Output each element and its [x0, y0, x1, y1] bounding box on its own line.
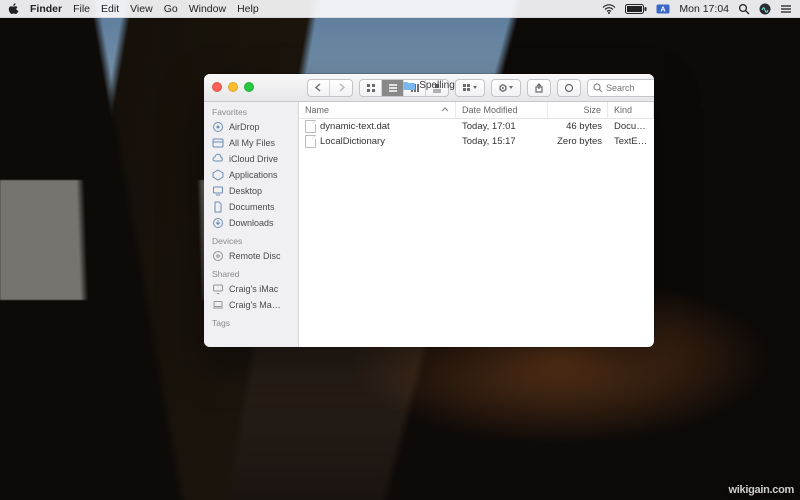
- sidebar-section-header: Devices: [204, 231, 298, 248]
- window-zoom-button[interactable]: [244, 82, 254, 92]
- file-name: dynamic-text.dat: [320, 121, 390, 132]
- sidebar-item-downloads[interactable]: Downloads: [204, 215, 298, 231]
- sidebar-item-airdrop[interactable]: AirDrop: [204, 119, 298, 135]
- sidebar-item-label: Craig's iMac: [229, 284, 278, 294]
- file-size: 46 bytes: [548, 121, 608, 132]
- file-kind: Docume…: [608, 121, 654, 132]
- sidebar-item-documents[interactable]: Documents: [204, 199, 298, 215]
- action-dropdown[interactable]: [491, 79, 521, 97]
- wifi-icon[interactable]: [602, 4, 616, 14]
- file-kind: TextEd…: [608, 136, 654, 147]
- menubar-clock[interactable]: Mon 17:04: [679, 0, 729, 18]
- view-list-button[interactable]: [382, 80, 404, 96]
- menu-help[interactable]: Help: [237, 0, 259, 18]
- sidebar-item-label: Craig's Ma…: [229, 300, 281, 310]
- sidebar-section-header: Favorites: [204, 102, 298, 119]
- sidebar-item-label: Remote Disc: [229, 251, 281, 261]
- window-close-button[interactable]: [212, 82, 222, 92]
- finder-content: Name Date Modified Size Kind dynamic-tex…: [299, 74, 654, 347]
- finder-window: Spelling Favorites AirDrop All My Files iCl…: [204, 74, 654, 347]
- arrange-dropdown[interactable]: [455, 79, 485, 97]
- sidebar-item-label: Applications: [229, 170, 278, 180]
- notification-center-icon[interactable]: [780, 4, 792, 14]
- column-headers: Name Date Modified Size Kind: [299, 102, 654, 119]
- column-name[interactable]: Name: [299, 102, 456, 118]
- share-button[interactable]: [527, 79, 551, 97]
- menu-file[interactable]: File: [73, 0, 90, 18]
- sidebar-item-label: Downloads: [229, 218, 274, 228]
- file-size: Zero bytes: [548, 136, 608, 147]
- tags-button[interactable]: [557, 79, 581, 97]
- navigate-forward-button[interactable]: [330, 80, 352, 96]
- desktop-icon: [212, 185, 224, 197]
- sidebar-item-label: All My Files: [229, 138, 275, 148]
- sidebar-item-desktop[interactable]: Desktop: [204, 183, 298, 199]
- file-date-modified: Today, 17:01: [456, 121, 548, 132]
- column-date[interactable]: Date Modified: [456, 102, 548, 118]
- sidebar-item-craig-s-imac[interactable]: Craig's iMac: [204, 281, 298, 297]
- file-row[interactable]: LocalDictionary Today, 15:17Zero bytesTex…: [299, 134, 654, 149]
- icloud-icon: [212, 153, 224, 165]
- nav-buttons: [307, 79, 353, 97]
- apple-menu-icon[interactable]: [8, 3, 19, 15]
- sidebar-item-all-my-files[interactable]: All My Files: [204, 135, 298, 151]
- sidebar-section-header: Tags: [204, 313, 298, 330]
- toolbar-search[interactable]: [587, 79, 654, 97]
- column-size[interactable]: Size: [548, 102, 608, 118]
- menu-window[interactable]: Window: [189, 0, 226, 18]
- menu-go[interactable]: Go: [164, 0, 178, 18]
- apps-icon: [212, 169, 224, 181]
- file-list: dynamic-text.dat Today, 17:0146 bytesDocu…: [299, 119, 654, 347]
- watermark-text: wikigain.com: [729, 484, 794, 496]
- sidebar-item-applications[interactable]: Applications: [204, 167, 298, 183]
- app-name-menu[interactable]: Finder: [30, 0, 62, 18]
- sidebar-item-label: iCloud Drive: [229, 154, 278, 164]
- battery-icon[interactable]: [625, 4, 647, 14]
- search-icon: [593, 83, 603, 93]
- window-title: Spelling: [403, 80, 455, 91]
- file-name: LocalDictionary: [320, 136, 385, 147]
- airdrop-icon: [212, 121, 224, 133]
- finder-sidebar: Favorites AirDrop All My Files iCloud Drive…: [204, 74, 299, 347]
- window-title-text: Spelling: [419, 80, 455, 91]
- downloads-icon: [212, 217, 224, 229]
- file-date-modified: Today, 15:17: [456, 136, 548, 147]
- menu-edit[interactable]: Edit: [101, 0, 119, 18]
- keyboard-layout-icon[interactable]: A: [656, 4, 670, 14]
- file-icon: [305, 120, 316, 133]
- column-kind[interactable]: Kind: [608, 102, 654, 118]
- sort-ascending-icon: [441, 106, 449, 114]
- sidebar-item-label: AirDrop: [229, 122, 260, 132]
- navigate-back-button[interactable]: [308, 80, 330, 96]
- menu-view[interactable]: View: [130, 0, 153, 18]
- sidebar-item-label: Desktop: [229, 186, 262, 196]
- mac-icon: [212, 299, 224, 311]
- disc-icon: [212, 250, 224, 262]
- sidebar-item-remote-disc[interactable]: Remote Disc: [204, 248, 298, 264]
- menubar: Finder File Edit View Go Window Help A M…: [0, 0, 800, 18]
- file-row[interactable]: dynamic-text.dat Today, 17:0146 bytesDocu…: [299, 119, 654, 134]
- spotlight-icon[interactable]: [738, 3, 750, 15]
- docs-icon: [212, 201, 224, 213]
- search-input[interactable]: [606, 83, 654, 93]
- siri-icon[interactable]: [759, 3, 771, 15]
- svg-text:A: A: [661, 6, 666, 13]
- view-icons-button[interactable]: [360, 80, 382, 96]
- window-titlebar[interactable]: Spelling: [204, 74, 654, 102]
- window-minimize-button[interactable]: [228, 82, 238, 92]
- imac-icon: [212, 283, 224, 295]
- file-icon: [305, 135, 316, 148]
- sidebar-item-label: Documents: [229, 202, 275, 212]
- sidebar-item-icloud-drive[interactable]: iCloud Drive: [204, 151, 298, 167]
- sidebar-section-header: Shared: [204, 264, 298, 281]
- allfiles-icon: [212, 137, 224, 149]
- sidebar-item-craig-s-ma-[interactable]: Craig's Ma…: [204, 297, 298, 313]
- folder-icon: [403, 81, 415, 91]
